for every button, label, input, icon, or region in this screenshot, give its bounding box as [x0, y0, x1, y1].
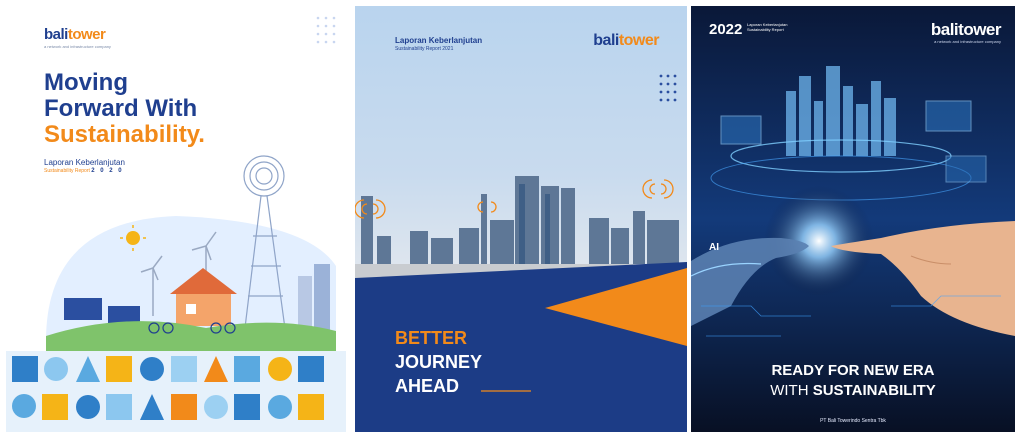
cover3-headline1: READY FOR NEW ERA	[771, 362, 935, 379]
cover3-logo-tagline: a network and infrastructure company	[934, 39, 1001, 44]
cover3-logo: balitower	[930, 20, 1002, 39]
cover1-title-line1: Moving	[44, 69, 128, 96]
cover1-subtitle: Laporan Keberlanjutan	[44, 158, 125, 167]
cover1-title-line2: Forward With	[44, 95, 198, 122]
cover1-logo: balitower	[44, 26, 106, 43]
cover1-tagline: a network and infrastructure company	[44, 44, 111, 49]
cover2-headline3: AHEAD	[395, 376, 460, 396]
cover3-company: PT Bali Towerindo Sentra Tbk	[820, 418, 886, 424]
cover2-logo: balitower	[593, 32, 659, 49]
cover2-subtitle: Sustainability Report 2021	[395, 46, 454, 52]
cover-2022[interactable]: 2022 Laporan Keberlanjutan Sustainabilit…	[691, 6, 1015, 432]
cover-2021[interactable]: Laporan Keberlanjutan Sustainability Rep…	[355, 6, 687, 432]
cover3-year-subtitle: Laporan Keberlanjutan Sustainability Rep…	[747, 22, 788, 32]
cover1-title-line3: Sustainability.	[44, 121, 205, 148]
cover2-headline2: JOURNEY	[395, 352, 483, 372]
cover3-headline2: WITH SUSTAINABILITY	[770, 382, 936, 399]
cover2-headline1: BETTER	[395, 328, 467, 348]
cover3-year: 2022	[709, 21, 743, 38]
cover3-ai-label: AI	[709, 242, 719, 253]
cover1-year: 2 0 2 0	[91, 168, 124, 174]
cover1-subtitle2: Sustainability Report 2 0 2 0	[44, 168, 124, 174]
cover-2020[interactable]: balitower a network and infrastructure c…	[6, 6, 346, 432]
cover2-title: Laporan Keberlanjutan	[395, 36, 483, 45]
